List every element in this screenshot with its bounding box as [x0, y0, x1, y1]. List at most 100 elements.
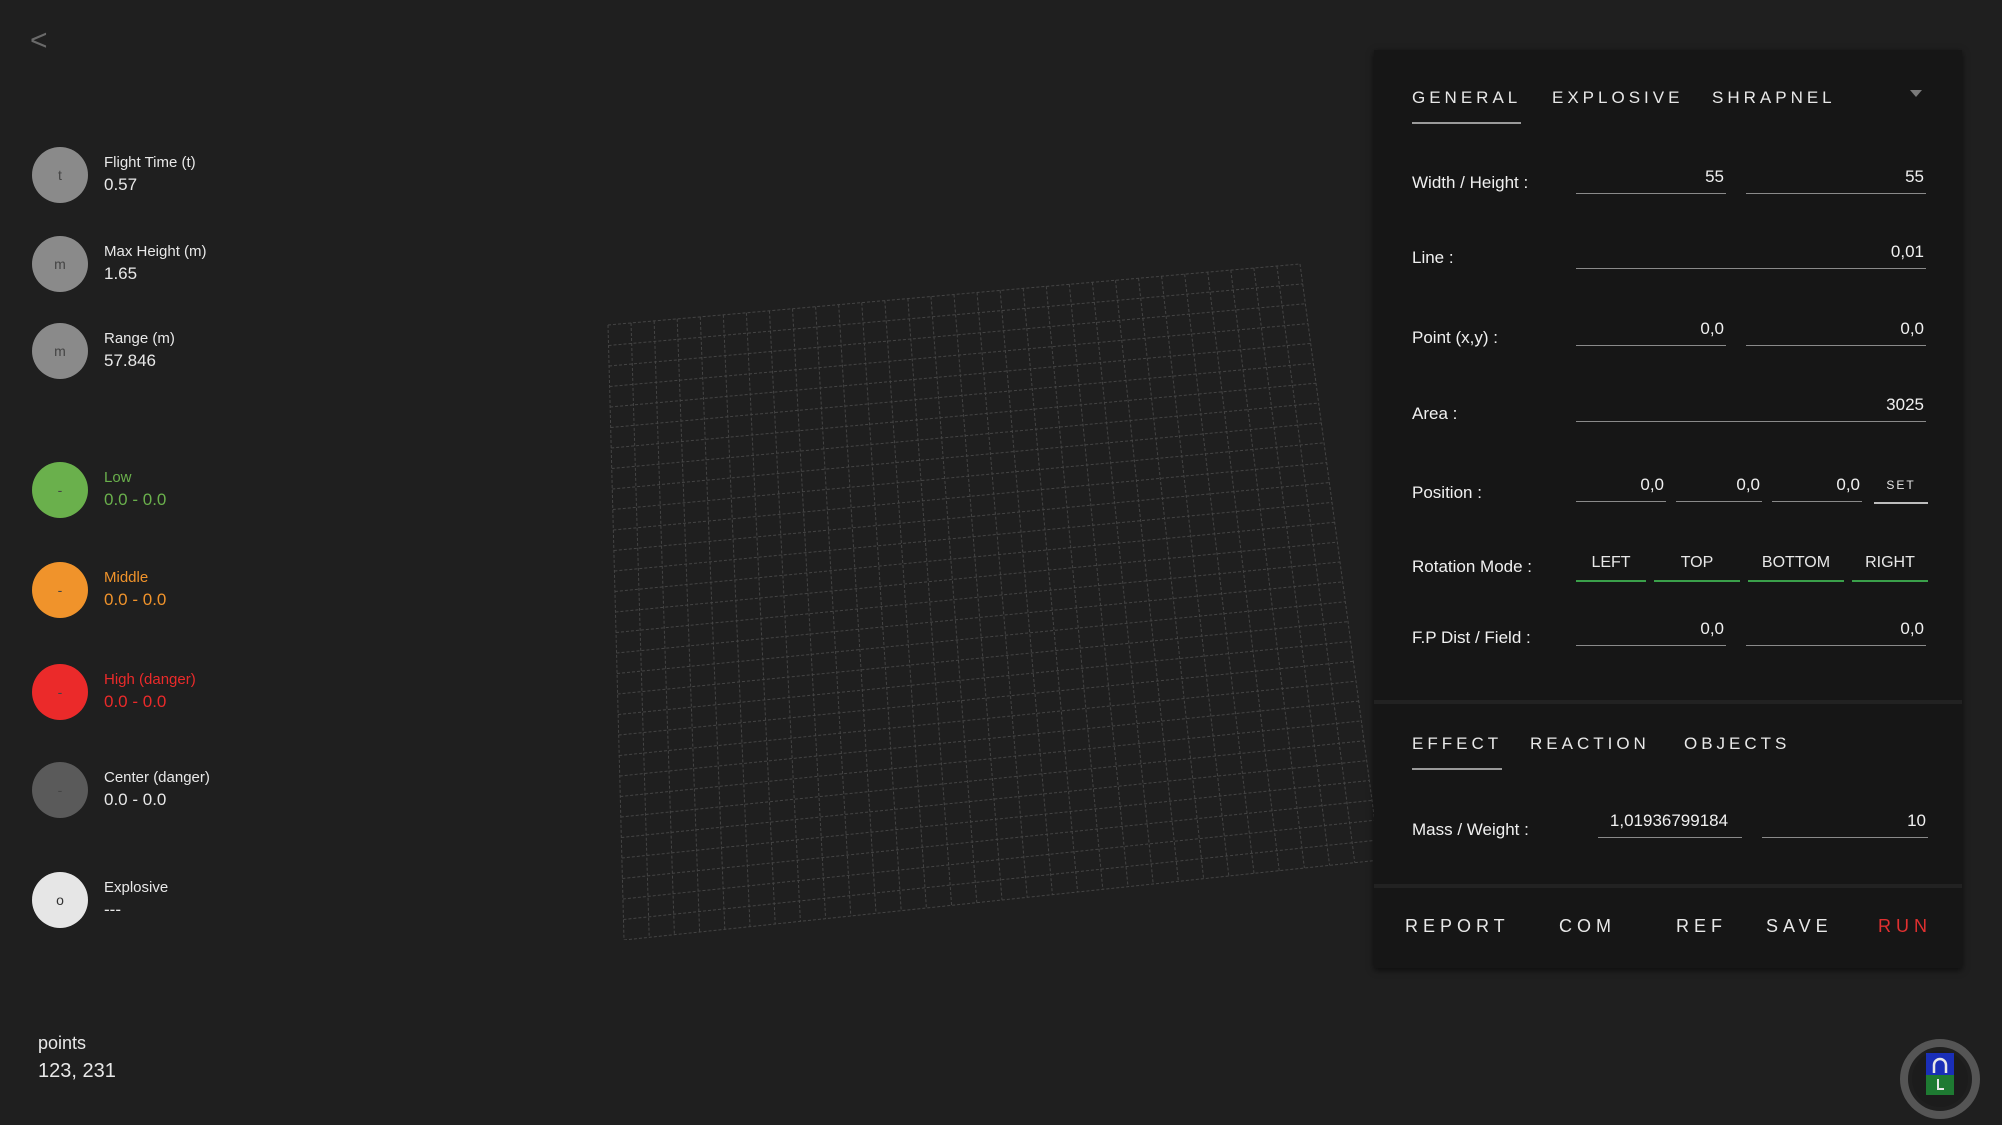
stat-label: Flight Time (t)	[104, 154, 196, 171]
save-button[interactable]: SAVE	[1766, 916, 1833, 937]
position-y-input[interactable]: 0,0	[1676, 468, 1762, 502]
tab-shrapnel[interactable]: SHRAPNEL	[1712, 88, 1836, 122]
grid-line-horizontal	[617, 621, 1349, 695]
grid-line-vertical	[792, 308, 827, 919]
grid-line-horizontal	[615, 541, 1338, 613]
position-x-input[interactable]: 0,0	[1576, 468, 1666, 502]
grid-line-vertical	[630, 322, 650, 938]
rotation-bottom-button[interactable]: BOTTOM	[1748, 546, 1844, 582]
max-height-icon: m	[32, 236, 88, 292]
zone-range: 0.0 - 0.0	[104, 790, 167, 809]
line-label: Line :	[1412, 248, 1454, 267]
zone-label: Explosive	[104, 879, 169, 896]
low-zone-icon: -	[32, 462, 88, 518]
settings-panel: GENERAL EXPLOSIVE SHRAPNEL Width / Heigh…	[1374, 50, 1962, 968]
fp-dist-input[interactable]: 0,0	[1576, 612, 1726, 646]
rotation-right-button[interactable]: RIGHT	[1852, 546, 1928, 582]
grid-line-horizontal	[618, 640, 1351, 715]
dropdown-caret-icon[interactable]	[1910, 90, 1922, 97]
grid-line-horizontal	[621, 780, 1370, 859]
zone-label: High (danger)	[104, 671, 196, 688]
grid-line-horizontal	[619, 680, 1357, 756]
com-button[interactable]: COM	[1559, 916, 1616, 937]
back-arrow-icon[interactable]: <	[30, 24, 48, 58]
stat-label: Max Height (m)	[104, 243, 207, 260]
grid-line-vertical	[1276, 265, 1356, 863]
grid-line-vertical	[1299, 263, 1380, 861]
grid-line-horizontal	[616, 581, 1343, 654]
position-z-input[interactable]: 0,0	[1772, 468, 1862, 502]
fp-field-input[interactable]: 0,0	[1746, 612, 1926, 646]
zone-middle: - Middle 0.0 - 0.0	[32, 562, 166, 618]
ground-grid[interactable]	[600, 260, 1380, 940]
fp-dist-field-label: F.P Dist / Field :	[1412, 628, 1531, 647]
grid-line-horizontal	[623, 859, 1380, 940]
tab-reaction[interactable]: REACTION	[1530, 734, 1650, 768]
run-button[interactable]: RUN	[1878, 916, 1932, 937]
width-input[interactable]: 55	[1576, 160, 1726, 194]
grid-line-vertical	[653, 320, 675, 935]
points-label: points	[38, 1033, 87, 1053]
zone-range: 0.0 - 0.0	[104, 692, 167, 711]
grid-line-horizontal	[614, 521, 1335, 592]
rotation-left-button[interactable]: LEFT	[1576, 546, 1646, 582]
tab-effect[interactable]: EFFECT	[1412, 734, 1503, 770]
grid-line-vertical	[930, 296, 978, 903]
stat-flight-time: t Flight Time (t) 0.57	[32, 147, 196, 203]
points-readout: points 123, 231	[38, 1033, 116, 1083]
grid-line-horizontal	[617, 601, 1346, 674]
explosive-icon: o	[32, 872, 88, 928]
middle-zone-icon: -	[32, 562, 88, 618]
high-zone-icon: -	[32, 664, 88, 720]
set-position-button[interactable]: SET	[1874, 468, 1928, 504]
zone-range: 0.0 - 0.0	[104, 490, 167, 509]
grid-line-vertical	[1091, 282, 1154, 885]
zone-high: - High (danger) 0.0 - 0.0	[32, 664, 196, 720]
point-label: Point (x,y) :	[1412, 328, 1498, 347]
tab-objects[interactable]: OBJECTS	[1684, 734, 1790, 768]
point-y-input[interactable]: 0,0	[1746, 312, 1926, 346]
zone-range: 0.0 - 0.0	[104, 590, 167, 609]
grid-line-horizontal	[622, 819, 1375, 900]
ref-button[interactable]: REF	[1676, 916, 1727, 937]
grid-line-horizontal	[619, 700, 1359, 777]
point-x-input[interactable]: 0,0	[1576, 312, 1726, 346]
zone-label: Low	[104, 469, 132, 486]
position-label: Position :	[1412, 483, 1482, 502]
rotation-mode-label: Rotation Mode :	[1412, 557, 1533, 576]
line-input[interactable]: 0,01	[1576, 235, 1926, 269]
zone-center: - Center (danger) 0.0 - 0.0	[32, 762, 210, 818]
zone-explosive: o Explosive ---	[32, 872, 168, 928]
general-section: GENERAL EXPLOSIVE SHRAPNEL Width / Heigh…	[1374, 50, 1962, 704]
height-input[interactable]: 55	[1746, 160, 1926, 194]
grid-line-vertical	[1138, 278, 1205, 879]
grid-line-vertical	[1230, 270, 1305, 869]
stat-value: 0.57	[104, 175, 138, 194]
report-button[interactable]: REPORT	[1405, 916, 1510, 937]
grid-line-horizontal	[615, 561, 1341, 633]
action-bar: REPORT COM REF SAVE RUN	[1374, 888, 1962, 968]
mass-input[interactable]: 1,01936799184	[1598, 804, 1742, 838]
stat-value: 57.846	[104, 351, 156, 370]
zone-label: Middle	[104, 569, 149, 586]
grid-line-vertical	[1114, 280, 1179, 882]
grid-line-vertical	[1045, 286, 1104, 890]
weight-input[interactable]: 10	[1762, 804, 1928, 838]
grid-line-horizontal	[620, 720, 1362, 797]
width-height-label: Width / Height :	[1412, 173, 1529, 192]
stat-range: m Range (m) 57.846	[32, 323, 175, 379]
area-input[interactable]: 3025	[1576, 388, 1926, 422]
grid-line-horizontal	[622, 799, 1373, 879]
tab-explosive[interactable]: EXPLOSIVE	[1552, 88, 1683, 122]
app-logo-icon	[1900, 1039, 1980, 1119]
mass-weight-label: Mass / Weight :	[1412, 820, 1529, 839]
rotation-top-button[interactable]: TOP	[1654, 546, 1740, 582]
points-value: 123, 231	[38, 1060, 116, 1082]
grid-line-vertical	[768, 310, 801, 922]
flight-time-icon: t	[32, 147, 88, 203]
grid-line-horizontal	[618, 660, 1354, 736]
tab-general[interactable]: GENERAL	[1412, 88, 1522, 124]
zone-label: Center (danger)	[104, 769, 210, 786]
grid-line-vertical	[953, 294, 1003, 901]
grid-line-vertical	[1184, 274, 1255, 874]
